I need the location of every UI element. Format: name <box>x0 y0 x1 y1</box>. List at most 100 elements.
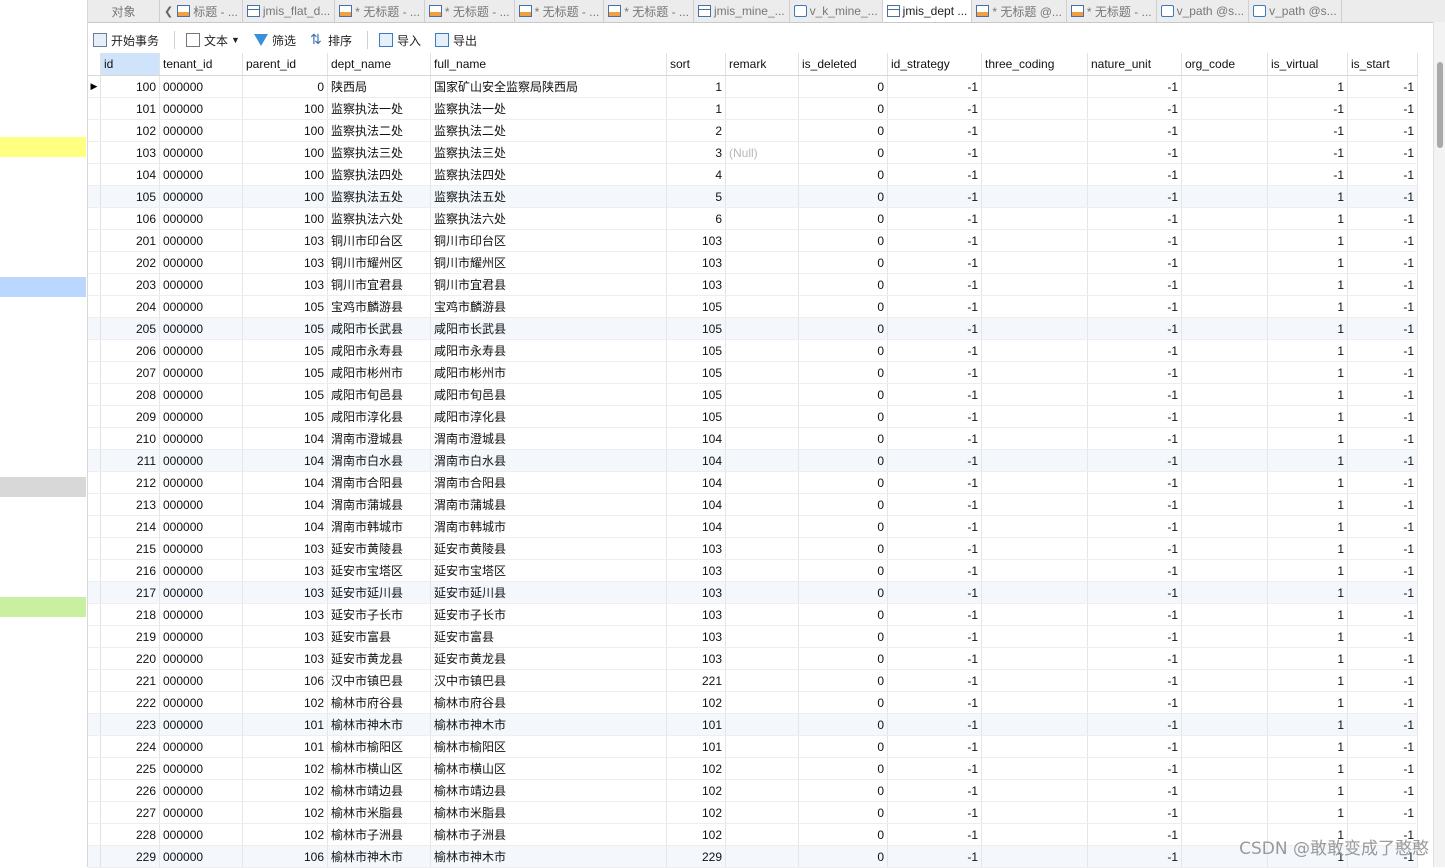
cell-dept-name[interactable]: 榆林市神木市 <box>327 845 431 868</box>
table-row[interactable]: 224 000000 101 榆林市榆阳区 榆林市榆阳区 101 0 -1 -1 1 -1 <box>88 735 1418 758</box>
cell-nature-unit[interactable]: -1 <box>1087 75 1182 98</box>
cell-three-coding[interactable] <box>981 405 1088 428</box>
cell-full-name[interactable]: 延安市延川县 <box>430 581 667 604</box>
cell-remark[interactable] <box>725 581 799 604</box>
cell-is-deleted[interactable]: 0 <box>798 383 888 406</box>
cell-sort[interactable]: 221 <box>666 669 726 692</box>
cell-is-start[interactable]: -1 <box>1347 669 1418 692</box>
cell-remark[interactable] <box>725 75 799 98</box>
table-row[interactable]: 203 000000 103 铜川市宜君县 铜川市宜君县 103 0 -1 -1 1 -1 <box>88 273 1418 296</box>
cell-full-name[interactable]: 榆林市子洲县 <box>430 823 667 846</box>
cell-three-coding[interactable] <box>981 75 1088 98</box>
cell-is-start[interactable]: -1 <box>1347 141 1418 164</box>
cell-id[interactable]: 103 <box>100 141 160 164</box>
row-selector[interactable] <box>88 97 101 120</box>
cell-is-deleted[interactable]: 0 <box>798 647 888 670</box>
cell-parent-id[interactable]: 103 <box>242 251 328 274</box>
cell-is-deleted[interactable]: 0 <box>798 251 888 274</box>
cell-org-code[interactable] <box>1181 537 1268 560</box>
cell-org-code[interactable] <box>1181 163 1268 186</box>
cell-dept-name[interactable]: 咸阳市长武县 <box>327 317 431 340</box>
cell-is-virtual[interactable]: 1 <box>1267 735 1348 758</box>
table-row[interactable]: 222 000000 102 榆林市府谷县 榆林市府谷县 102 0 -1 -1 1 -1 <box>88 691 1418 714</box>
cell-id-strategy[interactable]: -1 <box>887 801 982 824</box>
cell-three-coding[interactable] <box>981 581 1088 604</box>
cell-sort[interactable]: 104 <box>666 427 726 450</box>
scrollbar-thumb[interactable] <box>1437 62 1443 148</box>
cell-full-name[interactable]: 咸阳市彬州市 <box>430 361 667 384</box>
cell-is-start[interactable]: -1 <box>1347 75 1418 98</box>
cell-sort[interactable]: 102 <box>666 779 726 802</box>
cell-tenant-id[interactable]: 000000 <box>159 735 243 758</box>
cell-tenant-id[interactable]: 000000 <box>159 471 243 494</box>
table-row[interactable]: 219 000000 103 延安市富县 延安市富县 103 0 -1 -1 1 -1 <box>88 625 1418 648</box>
cell-three-coding[interactable] <box>981 317 1088 340</box>
cell-dept-name[interactable]: 渭南市白水县 <box>327 449 431 472</box>
export-button[interactable]: 导出 <box>430 28 482 52</box>
column-header-id[interactable]: id <box>100 53 160 76</box>
cell-is-start[interactable]: -1 <box>1347 757 1418 780</box>
cell-dept-name[interactable]: 榆林市子洲县 <box>327 823 431 846</box>
tab-0[interactable]: 对象 <box>88 0 160 22</box>
cell-tenant-id[interactable]: 000000 <box>159 625 243 648</box>
cell-id[interactable]: 212 <box>100 471 160 494</box>
cell-parent-id[interactable]: 102 <box>242 801 328 824</box>
cell-nature-unit[interactable]: -1 <box>1087 207 1182 230</box>
cell-parent-id[interactable]: 0 <box>242 75 328 98</box>
tab-12[interactable]: v_path @s... <box>1157 0 1250 22</box>
cell-id-strategy[interactable]: -1 <box>887 537 982 560</box>
cell-id-strategy[interactable]: -1 <box>887 647 982 670</box>
cell-id-strategy[interactable]: -1 <box>887 603 982 626</box>
cell-remark[interactable]: (Null) <box>725 141 799 164</box>
row-selector[interactable] <box>88 229 101 252</box>
cell-parent-id[interactable]: 104 <box>242 515 328 538</box>
cell-id[interactable]: 219 <box>100 625 160 648</box>
cell-org-code[interactable] <box>1181 647 1268 670</box>
cell-id-strategy[interactable]: -1 <box>887 295 982 318</box>
cell-is-start[interactable]: -1 <box>1347 449 1418 472</box>
cell-three-coding[interactable] <box>981 691 1088 714</box>
cell-is-start[interactable]: -1 <box>1347 713 1418 736</box>
cell-three-coding[interactable] <box>981 273 1088 296</box>
cell-is-deleted[interactable]: 0 <box>798 273 888 296</box>
cell-is-deleted[interactable]: 0 <box>798 207 888 230</box>
cell-three-coding[interactable] <box>981 185 1088 208</box>
table-row[interactable]: 202 000000 103 铜川市耀州区 铜川市耀州区 103 0 -1 -1 1 -1 <box>88 251 1418 274</box>
cell-org-code[interactable] <box>1181 273 1268 296</box>
table-row[interactable]: 210 000000 104 渭南市澄城县 渭南市澄城县 104 0 -1 -1 1 -1 <box>88 427 1418 450</box>
chevron-left-icon[interactable]: ❮ <box>164 5 173 18</box>
table-row[interactable]: ▶ 100 000000 0 陕西局 国家矿山安全监察局陕西局 1 0 -1 -1 1 -1 <box>88 75 1418 98</box>
row-selector[interactable] <box>88 581 101 604</box>
cell-dept-name[interactable]: 渭南市合阳县 <box>327 471 431 494</box>
cell-remark[interactable] <box>725 185 799 208</box>
row-selector[interactable] <box>88 471 101 494</box>
cell-tenant-id[interactable]: 000000 <box>159 361 243 384</box>
cell-is-deleted[interactable]: 0 <box>798 185 888 208</box>
cell-full-name[interactable]: 渭南市白水县 <box>430 449 667 472</box>
begin-transaction-button[interactable]: 开始事务 <box>88 28 164 52</box>
cell-is-deleted[interactable]: 0 <box>798 581 888 604</box>
cell-remark[interactable] <box>725 559 799 582</box>
cell-parent-id[interactable]: 103 <box>242 647 328 670</box>
cell-sort[interactable]: 105 <box>666 383 726 406</box>
cell-tenant-id[interactable]: 000000 <box>159 251 243 274</box>
cell-remark[interactable] <box>725 427 799 450</box>
cell-org-code[interactable] <box>1181 625 1268 648</box>
cell-remark[interactable] <box>725 317 799 340</box>
cell-id-strategy[interactable]: -1 <box>887 581 982 604</box>
cell-is-start[interactable]: -1 <box>1347 801 1418 824</box>
cell-is-start[interactable]: -1 <box>1347 185 1418 208</box>
cell-three-coding[interactable] <box>981 625 1088 648</box>
cell-is-start[interactable]: -1 <box>1347 97 1418 120</box>
cell-full-name[interactable]: 铜川市耀州区 <box>430 251 667 274</box>
cell-sort[interactable]: 3 <box>666 141 726 164</box>
cell-full-name[interactable]: 咸阳市永寿县 <box>430 339 667 362</box>
table-row[interactable]: 209 000000 105 咸阳市淳化县 咸阳市淳化县 105 0 -1 -1 1 -1 <box>88 405 1418 428</box>
cell-sort[interactable]: 102 <box>666 757 726 780</box>
cell-is-deleted[interactable]: 0 <box>798 537 888 560</box>
cell-full-name[interactable]: 咸阳市淳化县 <box>430 405 667 428</box>
row-selector[interactable] <box>88 603 101 626</box>
column-header-sort[interactable]: sort <box>666 53 726 76</box>
cell-org-code[interactable] <box>1181 669 1268 692</box>
cell-tenant-id[interactable]: 000000 <box>159 273 243 296</box>
